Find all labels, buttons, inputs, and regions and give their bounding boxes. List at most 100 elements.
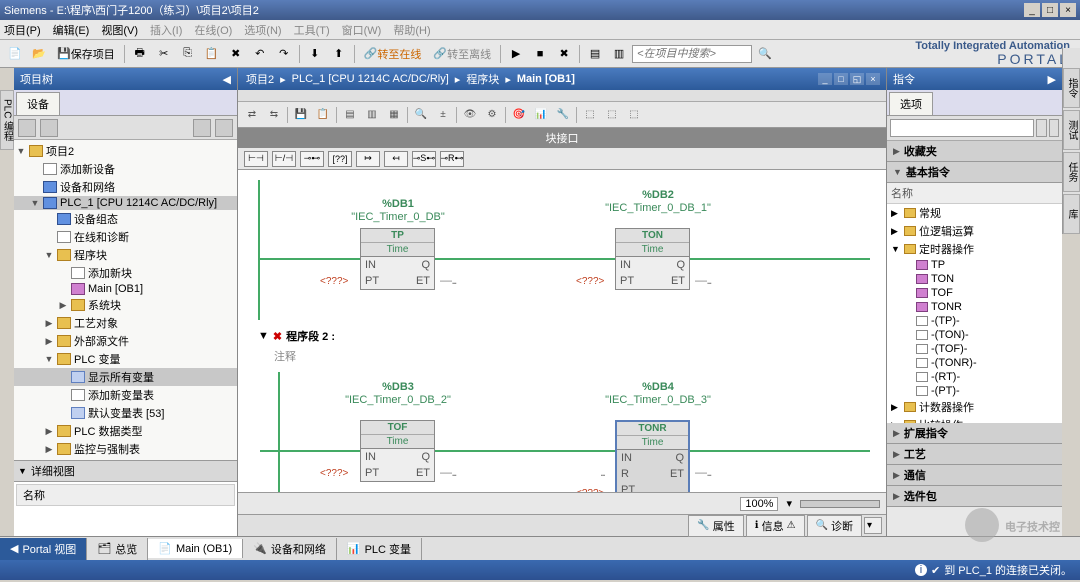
menu-insert[interactable]: 插入(I)	[150, 22, 182, 38]
undo-icon[interactable]: ↶	[249, 43, 271, 65]
overview-tab[interactable]: 🗂 总览	[87, 538, 148, 560]
instruction-item[interactable]: -(PT)-	[887, 384, 1062, 398]
coil-icon[interactable]: ⊸⊷	[300, 151, 324, 167]
tree-item[interactable]: ▶外部源文件	[14, 332, 237, 350]
et-11-icon[interactable]: ⚙	[482, 105, 502, 125]
editor-close-icon[interactable]: ×	[866, 73, 880, 85]
crumb-blocks[interactable]: 程序块	[466, 71, 499, 87]
info-tab[interactable]: ℹ 信息 ⚠	[746, 515, 805, 537]
tree-item[interactable]: ▶工艺对象	[14, 314, 237, 332]
devnet-tab[interactable]: 🔌 设备和网络	[243, 538, 337, 560]
left-sidestrip-plc[interactable]: PLC 编程	[0, 90, 14, 150]
ext-instr-section[interactable]: ▶扩展指令	[887, 423, 1062, 444]
sidestrip-libs[interactable]: 库	[1063, 194, 1080, 234]
pt-value-2[interactable]: <???>	[576, 276, 604, 287]
stop-cpu-icon[interactable]: ■	[529, 43, 551, 65]
box-icon[interactable]: [??]	[328, 151, 352, 167]
tree-item[interactable]: 显示所有变量	[14, 368, 237, 386]
menu-edit[interactable]: 编辑(E)	[53, 22, 90, 38]
main-ob1-tab[interactable]: 📄 Main (OB1)	[148, 539, 243, 558]
editor-max-icon[interactable]: □	[834, 73, 848, 85]
split2-icon[interactable]: ▥	[608, 43, 630, 65]
menu-view[interactable]: 视图(V)	[101, 22, 138, 38]
instruction-item[interactable]: TONR	[887, 300, 1062, 314]
set-coil-icon[interactable]: ⊸S⊷	[412, 151, 436, 167]
sidestrip-tasks[interactable]: 任务	[1063, 152, 1080, 192]
tree-item[interactable]: 在线和诊断	[14, 228, 237, 246]
plcvar-tab[interactable]: 📊 PLC 变量	[337, 538, 422, 560]
paste-icon[interactable]: 📋	[201, 43, 223, 65]
cross-ref-icon[interactable]: ✖	[553, 43, 575, 65]
crumb-plc[interactable]: PLC_1 [CPU 1214C AC/DC/Rly]	[292, 73, 449, 85]
et-8-icon[interactable]: 🔍	[411, 105, 431, 125]
tree-item[interactable]: 设备组态	[14, 210, 237, 228]
pt-value-3[interactable]: <???>	[320, 468, 348, 479]
timer-block-ton[interactable]: TON Time INQ PTET	[615, 228, 690, 290]
menu-help[interactable]: 帮助(H)	[393, 22, 430, 38]
menu-project[interactable]: 项目(P)	[4, 22, 41, 38]
block-interface-header[interactable]: 块接口	[238, 128, 886, 148]
tree-tool-4-icon[interactable]	[215, 119, 233, 137]
redo-icon[interactable]: ↷	[273, 43, 295, 65]
zoom-dropdown-icon[interactable]: ▾	[786, 497, 792, 510]
devices-tab[interactable]: 设备	[16, 92, 60, 115]
basic-instr-section[interactable]: ▼基本指令	[887, 162, 1062, 183]
editor-min-icon[interactable]: _	[818, 73, 832, 85]
et-monitor-icon[interactable]: 👁	[460, 105, 480, 125]
tabs-expand-icon[interactable]: ▾	[864, 517, 882, 534]
et-2-icon[interactable]: ⇆	[264, 105, 284, 125]
branch-close-icon[interactable]: ↤	[384, 151, 408, 167]
pt-value-1[interactable]: <???>	[320, 276, 348, 287]
tree-item[interactable]: 默认变量表 [53]	[14, 404, 237, 422]
et-13-icon[interactable]: 📊	[531, 105, 551, 125]
instruction-item[interactable]: -(TOF)-	[887, 342, 1062, 356]
properties-tab[interactable]: 🔧 属性	[688, 515, 743, 537]
close-button[interactable]: ×	[1060, 3, 1076, 17]
options-tab[interactable]: 选项	[889, 92, 933, 115]
instruction-filter-input[interactable]	[890, 119, 1034, 137]
et-14-icon[interactable]: 🔧	[553, 105, 573, 125]
tree-item[interactable]: 添加新变量表	[14, 386, 237, 404]
tree-item[interactable]: ▶PLC 数据类型	[14, 422, 237, 440]
tree-item[interactable]: Main [OB1]	[14, 282, 237, 296]
detail-view-header[interactable]: ▼详细视图	[14, 460, 237, 482]
et-6-icon[interactable]: ▥	[362, 105, 382, 125]
instruction-item[interactable]: ▶常规	[887, 204, 1062, 222]
tree-item[interactable]: 添加新块	[14, 264, 237, 282]
et-goto-icon[interactable]: 🎯	[509, 105, 529, 125]
et-5-icon[interactable]: ▤	[340, 105, 360, 125]
instruction-item[interactable]: TOF	[887, 286, 1062, 300]
search-icon[interactable]: 🔍	[754, 43, 776, 65]
upload-icon[interactable]: ⬆	[328, 43, 350, 65]
print-icon[interactable]: 🖶	[129, 43, 151, 65]
instruction-item[interactable]: TP	[887, 258, 1062, 272]
go-offline-button[interactable]: 🔗 转至离线	[428, 43, 496, 65]
et-9-icon[interactable]: ±	[433, 105, 453, 125]
et-7-icon[interactable]: ▦	[384, 105, 404, 125]
tree-item[interactable]: ▼PLC_1 [CPU 1214C AC/DC/Rly]	[14, 196, 237, 210]
tree-tool-1-icon[interactable]	[18, 119, 36, 137]
zoom-level[interactable]: 100%	[740, 497, 778, 511]
instruction-item[interactable]: ▶比较操作	[887, 416, 1062, 423]
et-16-icon[interactable]: ⬚	[602, 105, 622, 125]
pt-value-4[interactable]: <???>	[576, 488, 604, 492]
minimize-button[interactable]: _	[1024, 3, 1040, 17]
zoom-slider[interactable]	[800, 500, 880, 508]
delete-icon[interactable]: ✖	[225, 43, 247, 65]
sidestrip-instructions[interactable]: 指令	[1063, 68, 1080, 108]
tree-item[interactable]: 设备和网络	[14, 178, 237, 196]
tree-tool-3-icon[interactable]	[193, 119, 211, 137]
filter2-icon[interactable]	[1049, 119, 1060, 137]
tree-item[interactable]: ▼PLC 变量	[14, 350, 237, 368]
more-section[interactable]: ▶选件包	[887, 486, 1062, 507]
comm-section[interactable]: ▶通信	[887, 465, 1062, 486]
go-online-button[interactable]: 🔗 转至在线	[359, 43, 427, 65]
crumb-main[interactable]: Main [OB1]	[517, 73, 575, 85]
timer-block-tp[interactable]: TP Time INQ PTET	[360, 228, 435, 290]
sidestrip-test[interactable]: 测试	[1063, 110, 1080, 150]
new-project-icon[interactable]: 📄	[4, 43, 26, 65]
instruction-item[interactable]: TON	[887, 272, 1062, 286]
filter-icon[interactable]	[1036, 119, 1047, 137]
branch-open-icon[interactable]: ↦	[356, 151, 380, 167]
portal-view-button[interactable]: ◀ Portal 视图	[0, 538, 87, 560]
